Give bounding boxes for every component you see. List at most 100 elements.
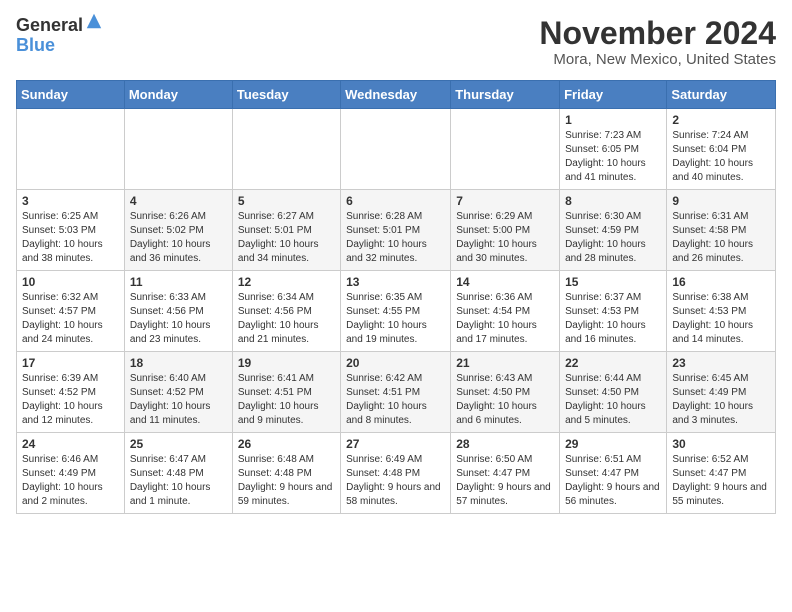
calendar-cell: 23 Sunrise: 6:45 AM Sunset: 4:49 PM Dayli… bbox=[667, 352, 776, 433]
calendar-cell bbox=[124, 109, 232, 190]
calendar-cell: 10 Sunrise: 6:32 AM Sunset: 4:57 PM Dayli… bbox=[17, 271, 125, 352]
day-number: 9 bbox=[672, 194, 770, 208]
calendar-cell bbox=[17, 109, 125, 190]
calendar-cell: 25 Sunrise: 6:47 AM Sunset: 4:48 PM Dayli… bbox=[124, 433, 232, 514]
day-number: 19 bbox=[238, 356, 335, 370]
logo: General Blue bbox=[16, 16, 103, 56]
day-number: 4 bbox=[130, 194, 227, 208]
weekday-header-friday: Friday bbox=[560, 81, 667, 109]
day-info: Sunrise: 6:30 AM Sunset: 4:59 PM Dayligh… bbox=[565, 210, 661, 266]
day-info: Sunrise: 6:43 AM Sunset: 4:50 PM Dayligh… bbox=[456, 372, 554, 428]
day-number: 2 bbox=[672, 113, 770, 127]
day-info: Sunrise: 6:34 AM Sunset: 4:56 PM Dayligh… bbox=[238, 291, 335, 347]
calendar-cell: 27Sunrise: 6:49 AM Sunset: 4:48 PM Dayli… bbox=[341, 433, 451, 514]
day-info: Sunrise: 6:46 AM Sunset: 4:49 PM Dayligh… bbox=[22, 453, 119, 509]
day-info: Sunrise: 6:40 AM Sunset: 4:52 PM Dayligh… bbox=[130, 372, 227, 428]
day-number: 25 bbox=[130, 437, 227, 451]
calendar-cell: 29 Sunrise: 6:51 AM Sunset: 4:47 PM Dayli… bbox=[560, 433, 667, 514]
day-number: 3 bbox=[22, 194, 119, 208]
calendar-cell: 6 Sunrise: 6:28 AM Sunset: 5:01 PM Daylig… bbox=[341, 190, 451, 271]
day-info: Sunrise: 6:25 AM Sunset: 5:03 PM Dayligh… bbox=[22, 210, 119, 266]
calendar-cell bbox=[232, 109, 340, 190]
weekday-header-saturday: Saturday bbox=[667, 81, 776, 109]
day-number: 23 bbox=[672, 356, 770, 370]
calendar-cell: 28Sunrise: 6:50 AM Sunset: 4:47 PM Dayli… bbox=[451, 433, 560, 514]
calendar-cell: 4 Sunrise: 6:26 AM Sunset: 5:02 PM Daylig… bbox=[124, 190, 232, 271]
weekday-header-wednesday: Wednesday bbox=[341, 81, 451, 109]
logo-blue: Blue bbox=[16, 36, 83, 56]
day-info: Sunrise: 6:42 AM Sunset: 4:51 PM Dayligh… bbox=[346, 372, 445, 428]
day-number: 11 bbox=[130, 275, 227, 289]
calendar-cell: 17 Sunrise: 6:39 AM Sunset: 4:52 PM Dayli… bbox=[17, 352, 125, 433]
day-info: Sunrise: 6:48 AM Sunset: 4:48 PM Dayligh… bbox=[238, 453, 335, 509]
day-number: 16 bbox=[672, 275, 770, 289]
day-info: Sunrise: 6:45 AM Sunset: 4:49 PM Dayligh… bbox=[672, 372, 770, 428]
day-info: Sunrise: 6:26 AM Sunset: 5:02 PM Dayligh… bbox=[130, 210, 227, 266]
weekday-header-tuesday: Tuesday bbox=[232, 81, 340, 109]
day-number: 7 bbox=[456, 194, 554, 208]
calendar-cell: 12 Sunrise: 6:34 AM Sunset: 4:56 PM Dayli… bbox=[232, 271, 340, 352]
day-info: Sunrise: 6:33 AM Sunset: 4:56 PM Dayligh… bbox=[130, 291, 227, 347]
day-info: Sunrise: 6:32 AM Sunset: 4:57 PM Dayligh… bbox=[22, 291, 119, 347]
day-info: Sunrise: 6:41 AM Sunset: 4:51 PM Dayligh… bbox=[238, 372, 335, 428]
calendar-cell: 2 Sunrise: 7:24 AM Sunset: 6:04 PM Daylig… bbox=[667, 109, 776, 190]
day-number: 18 bbox=[130, 356, 227, 370]
calendar-cell: 22 Sunrise: 6:44 AM Sunset: 4:50 PM Dayli… bbox=[560, 352, 667, 433]
calendar: SundayMondayTuesdayWednesdayThursdayFrid… bbox=[16, 80, 776, 514]
day-info: Sunrise: 7:23 AM Sunset: 6:05 PM Dayligh… bbox=[565, 129, 661, 185]
day-number: 22 bbox=[565, 356, 661, 370]
calendar-cell: 20 Sunrise: 6:42 AM Sunset: 4:51 PM Dayli… bbox=[341, 352, 451, 433]
day-number: 20 bbox=[346, 356, 445, 370]
calendar-cell: 24 Sunrise: 6:46 AM Sunset: 4:49 PM Dayli… bbox=[17, 433, 125, 514]
calendar-cell: 26 Sunrise: 6:48 AM Sunset: 4:48 PM Dayli… bbox=[232, 433, 340, 514]
calendar-cell: 13 Sunrise: 6:35 AM Sunset: 4:55 PM Dayli… bbox=[341, 271, 451, 352]
title-section: November 2024 Mora, New Mexico, United S… bbox=[539, 16, 776, 68]
day-number: 29 bbox=[565, 437, 661, 451]
calendar-cell: 16Sunrise: 6:38 AM Sunset: 4:53 PM Dayli… bbox=[667, 271, 776, 352]
day-number: 6 bbox=[346, 194, 445, 208]
day-info: Sunrise: 6:52 AM Sunset: 4:47 PM Dayligh… bbox=[672, 453, 770, 509]
calendar-cell: 1 Sunrise: 7:23 AM Sunset: 6:05 PM Daylig… bbox=[560, 109, 667, 190]
calendar-cell: 5 Sunrise: 6:27 AM Sunset: 5:01 PM Daylig… bbox=[232, 190, 340, 271]
weekday-header-monday: Monday bbox=[124, 81, 232, 109]
day-info: Sunrise: 6:44 AM Sunset: 4:50 PM Dayligh… bbox=[565, 372, 661, 428]
logo-general: General bbox=[16, 16, 83, 36]
calendar-cell: 7 Sunrise: 6:29 AM Sunset: 5:00 PM Daylig… bbox=[451, 190, 560, 271]
day-number: 15 bbox=[565, 275, 661, 289]
day-number: 21 bbox=[456, 356, 554, 370]
day-info: Sunrise: 6:36 AM Sunset: 4:54 PM Dayligh… bbox=[456, 291, 554, 347]
day-info: Sunrise: 7:24 AM Sunset: 6:04 PM Dayligh… bbox=[672, 129, 770, 185]
day-number: 17 bbox=[22, 356, 119, 370]
page-header: General Blue November 2024 Mora, New Mex… bbox=[16, 16, 776, 68]
day-number: 1 bbox=[565, 113, 661, 127]
day-number: 5 bbox=[238, 194, 335, 208]
calendar-cell: 18 Sunrise: 6:40 AM Sunset: 4:52 PM Dayli… bbox=[124, 352, 232, 433]
weekday-header-thursday: Thursday bbox=[451, 81, 560, 109]
day-number: 28 bbox=[456, 437, 554, 451]
logo-icon bbox=[85, 12, 103, 30]
day-number: 12 bbox=[238, 275, 335, 289]
month-title: November 2024 bbox=[539, 16, 776, 51]
day-info: Sunrise: 6:27 AM Sunset: 5:01 PM Dayligh… bbox=[238, 210, 335, 266]
day-info: Sunrise: 6:51 AM Sunset: 4:47 PM Dayligh… bbox=[565, 453, 661, 509]
day-info: Sunrise: 6:35 AM Sunset: 4:55 PM Dayligh… bbox=[346, 291, 445, 347]
calendar-cell: 14Sunrise: 6:36 AM Sunset: 4:54 PM Dayli… bbox=[451, 271, 560, 352]
calendar-cell bbox=[451, 109, 560, 190]
day-info: Sunrise: 6:39 AM Sunset: 4:52 PM Dayligh… bbox=[22, 372, 119, 428]
day-number: 24 bbox=[22, 437, 119, 451]
calendar-cell: 30Sunrise: 6:52 AM Sunset: 4:47 PM Dayli… bbox=[667, 433, 776, 514]
day-number: 27 bbox=[346, 437, 445, 451]
calendar-cell: 15 Sunrise: 6:37 AM Sunset: 4:53 PM Dayli… bbox=[560, 271, 667, 352]
location: Mora, New Mexico, United States bbox=[539, 51, 776, 68]
day-info: Sunrise: 6:29 AM Sunset: 5:00 PM Dayligh… bbox=[456, 210, 554, 266]
day-number: 26 bbox=[238, 437, 335, 451]
calendar-cell: 11 Sunrise: 6:33 AM Sunset: 4:56 PM Dayli… bbox=[124, 271, 232, 352]
calendar-cell: 21 Sunrise: 6:43 AM Sunset: 4:50 PM Dayli… bbox=[451, 352, 560, 433]
day-info: Sunrise: 6:47 AM Sunset: 4:48 PM Dayligh… bbox=[130, 453, 227, 509]
day-info: Sunrise: 6:37 AM Sunset: 4:53 PM Dayligh… bbox=[565, 291, 661, 347]
day-number: 13 bbox=[346, 275, 445, 289]
calendar-cell: 9Sunrise: 6:31 AM Sunset: 4:58 PM Daylig… bbox=[667, 190, 776, 271]
calendar-cell bbox=[341, 109, 451, 190]
day-info: Sunrise: 6:28 AM Sunset: 5:01 PM Dayligh… bbox=[346, 210, 445, 266]
day-number: 10 bbox=[22, 275, 119, 289]
